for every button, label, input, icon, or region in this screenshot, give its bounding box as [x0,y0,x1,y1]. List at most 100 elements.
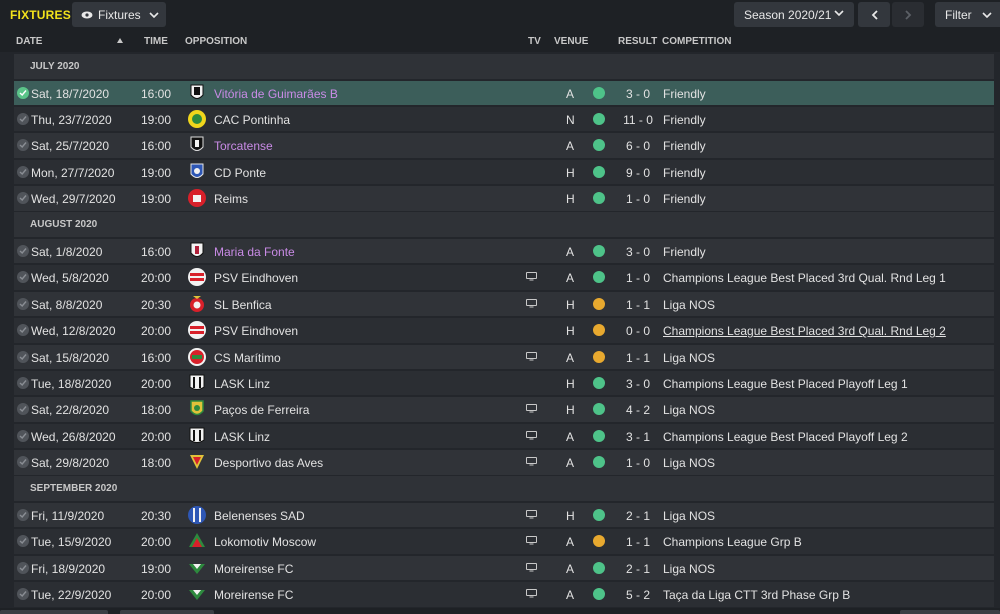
fixture-row[interactable]: Fri, 11/9/2020 20:30 Belenenses SAD H 2 - 1 L… [14,502,994,528]
fixture-row[interactable]: Wed, 5/8/2020 20:00 PSV Eindhoven A 1 - 0 Cha… [14,265,994,290]
bottom-button[interactable] [900,610,1000,614]
fixture-row[interactable]: Wed, 12/8/2020 20:00 PSV Eindhoven H 0 - 0 Ch… [14,318,994,343]
win-indicator-icon [593,192,605,205]
opponent-name[interactable]: CS Marítimo [214,351,281,365]
opponent-name[interactable]: PSV Eindhoven [214,324,298,338]
fixture-row[interactable]: Fri, 18/9/2020 19:00 Moreirense FC A 2 - 1 Li… [14,555,994,581]
opponent-name[interactable]: Lokomotiv Moscow [214,535,316,549]
column-header-row: DATE TIME OPPOSITION TV VENUE RESULT COM… [0,30,1000,52]
fixture-competition[interactable]: Friendly [663,113,706,127]
pontinha-crest-icon [188,109,206,128]
fixture-competition[interactable]: Liga NOS [663,403,715,417]
view-selector-button[interactable]: Fixtures [72,2,166,27]
fixture-venue: H [566,165,575,180]
fixture-result[interactable]: 1 - 0 [618,456,658,470]
fixture-row[interactable]: Sat, 15/8/2020 16:00 CS Marítimo A 1 - 1 Liga… [14,344,994,370]
fixture-competition[interactable]: Liga NOS [663,509,715,523]
column-header-competition[interactable]: COMPETITION [662,36,731,47]
opponent-name[interactable]: Reims [214,192,248,206]
fixture-venue: A [566,429,575,444]
column-header-date[interactable]: DATE [16,36,42,47]
fixture-row[interactable]: Tue, 22/9/2020 20:00 Moreirense FC A 5 - 2 Ta… [14,582,994,607]
fixture-row[interactable]: Sat, 1/8/2020 16:00 Maria da Fonte A 3 - 0 Fr… [14,238,994,264]
filter-button[interactable]: Filter [935,2,1000,27]
fixture-competition[interactable]: Liga NOS [663,456,715,470]
tv-icon [526,509,537,519]
column-header-result[interactable]: RESULT [618,36,657,47]
fixture-competition[interactable]: Friendly [663,192,706,206]
fixture-competition[interactable]: Champions League Best Placed Playoff Leg… [663,430,908,444]
fixture-result[interactable]: 3 - 1 [618,430,658,444]
fixture-competition[interactable]: Champions League Best Placed 3rd Qual. R… [663,324,946,338]
check-icon [17,139,29,152]
season-selector-button[interactable]: Season 2020/21 [734,2,854,27]
fixture-result[interactable]: 2 - 1 [618,562,658,576]
next-season-button[interactable] [892,2,924,27]
fixture-row[interactable]: Sat, 8/8/2020 20:30 SL Benfica H 1 - 1 Liga N… [14,291,994,317]
fixture-row[interactable]: Sat, 25/7/2020 16:00 Torcatense A 6 - 0 Frien… [14,133,994,158]
fixture-result[interactable]: 3 - 0 [618,245,658,259]
bottom-button[interactable] [0,610,108,614]
opponent-name[interactable]: SL Benfica [214,298,272,312]
previous-season-button[interactable] [858,2,890,27]
opponent-name[interactable]: Maria da Fonte [214,245,295,259]
opponent-name[interactable]: Desportivo das Aves [214,456,323,470]
fixture-result[interactable]: 5 - 2 [618,588,658,602]
fixture-competition[interactable]: Friendly [663,166,706,180]
fixture-row[interactable]: Sat, 22/8/2020 18:00 Paços de Ferreira H 4 -… [14,397,994,422]
fixture-competition[interactable]: Liga NOS [663,351,715,365]
fixture-row[interactable]: Wed, 26/8/2020 20:00 LASK Linz A 3 - 1 Champi… [14,423,994,449]
fixture-result[interactable]: 1 - 0 [618,192,658,206]
column-header-time[interactable]: TIME [144,36,168,47]
fixture-competition[interactable]: Taça da Liga CTT 3rd Phase Grp B [663,588,850,602]
opponent-name[interactable]: Moreirense FC [214,562,293,576]
fixture-competition[interactable]: Champions League Best Placed Playoff Leg… [663,377,908,391]
fixture-competition[interactable]: Friendly [663,87,706,101]
opponent-name[interactable]: Moreirense FC [214,588,293,602]
fixture-result[interactable]: 3 - 0 [618,377,658,391]
fixture-result[interactable]: 0 - 0 [618,324,658,338]
column-header-tv[interactable]: TV [528,36,541,47]
fixture-competition[interactable]: Friendly [663,139,706,153]
fixture-result[interactable]: 6 - 0 [618,139,658,153]
fixture-result[interactable]: 4 - 2 [618,403,658,417]
fixture-competition[interactable]: Champions League Best Placed 3rd Qual. R… [663,271,946,285]
opponent-name[interactable]: PSV Eindhoven [214,271,298,285]
fixture-result[interactable]: 1 - 0 [618,271,658,285]
opponent-name[interactable]: Vitória de Guimarães B [214,87,338,101]
win-indicator-icon [593,244,605,257]
fixtures-table: JULY 2020 Sat, 18/7/2020 16:00 Vitória de G… [14,54,994,609]
opponent-name[interactable]: Belenenses SAD [214,509,305,523]
chevron-down-icon [834,10,844,16]
opponent-name[interactable]: CD Ponte [214,166,266,180]
fixture-result[interactable]: 11 - 0 [618,113,658,127]
opponent-name[interactable]: LASK Linz [214,430,270,444]
opponent-name[interactable]: LASK Linz [214,377,270,391]
opponent-name[interactable]: Paços de Ferreira [214,403,309,417]
fixture-row[interactable]: Tue, 15/9/2020 20:00 Lokomotiv Moscow A 1 - … [14,529,994,554]
fixture-row[interactable]: Sat, 18/7/2020 16:00 Vitória de Guimarães … [14,80,994,105]
month-label: AUGUST 2020 [30,219,98,231]
fixture-competition[interactable]: Champions League Grp B [663,535,802,549]
fixture-competition[interactable]: Liga NOS [663,298,715,312]
fixture-competition[interactable]: Liga NOS [663,562,715,576]
fixture-result[interactable]: 2 - 1 [618,509,658,523]
opponent-name[interactable]: CAC Pontinha [214,113,290,127]
fixture-date: Tue, 18/8/2020 [31,376,112,391]
fixture-row[interactable]: Thu, 23/7/2020 19:00 CAC Pontinha N 11 - 0 Fr… [14,106,994,132]
tv-icon [526,351,537,361]
fixture-result[interactable]: 3 - 0 [618,87,658,101]
fixture-result[interactable]: 1 - 1 [618,535,658,549]
fixture-row[interactable]: Sat, 29/8/2020 18:00 Desportivo das Aves A 1… [14,450,994,475]
fixture-row[interactable]: Wed, 29/7/2020 19:00 Reims H 1 - 0 Friendly [14,186,994,211]
column-header-venue[interactable]: VENUE [554,36,588,47]
fixture-result[interactable]: 1 - 1 [618,298,658,312]
opponent-name[interactable]: Torcatense [214,139,273,153]
fixture-row[interactable]: Mon, 27/7/2020 19:00 CD Ponte H 9 - 0 Friendl… [14,159,994,185]
fixture-result[interactable]: 9 - 0 [618,166,658,180]
fixture-competition[interactable]: Friendly [663,245,706,259]
fixture-row[interactable]: Tue, 18/8/2020 20:00 LASK Linz H 3 - 0 Champi… [14,370,994,396]
column-header-opposition[interactable]: OPPOSITION [185,36,247,47]
bottom-button[interactable] [120,610,214,614]
fixture-result[interactable]: 1 - 1 [618,351,658,365]
